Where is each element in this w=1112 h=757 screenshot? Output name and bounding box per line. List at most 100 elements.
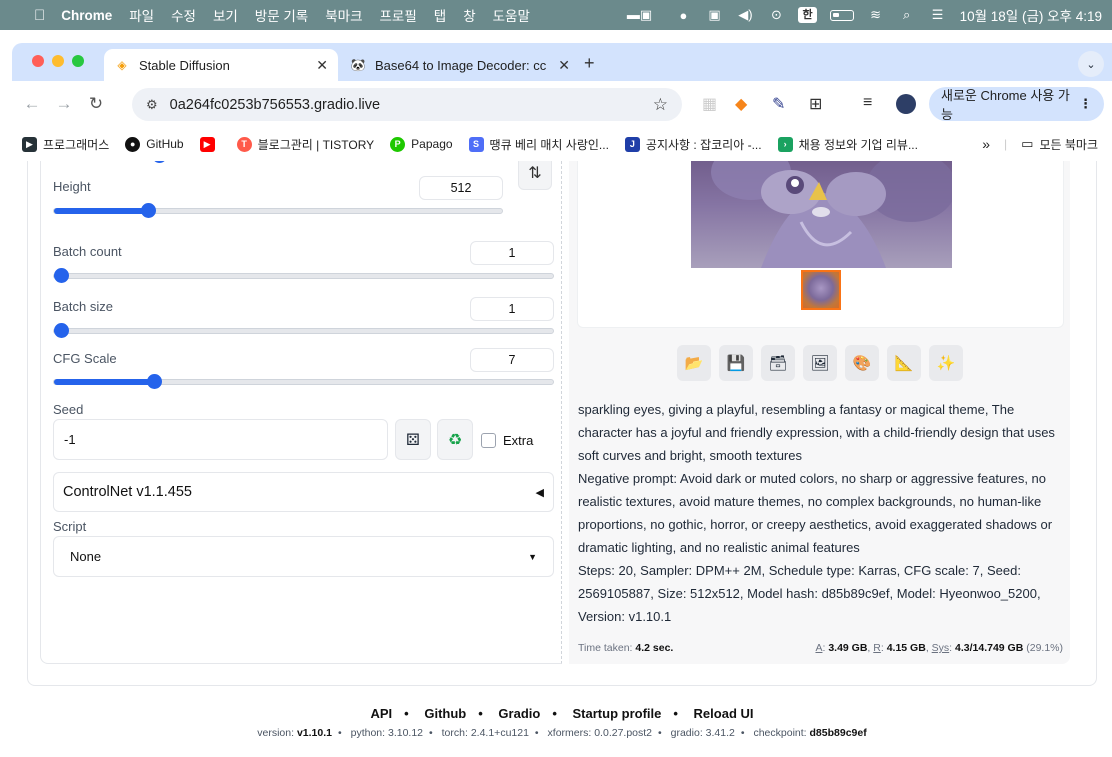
bookmark-item[interactable]: › 채용 정보와 기업 리뷰... xyxy=(777,136,918,153)
url-text[interactable]: 0a264fc0253b756553.gradio.live xyxy=(170,97,653,113)
more-menu-icon[interactable]: ⋮ xyxy=(1079,96,1092,112)
battery-icon[interactable] xyxy=(829,9,854,21)
menu-history[interactable]: 방문 기록 xyxy=(255,5,308,25)
menu-profile[interactable]: 프로필 xyxy=(380,5,417,25)
reload-icon[interactable]: ↻ xyxy=(80,94,112,114)
menu-bookmarks[interactable]: 북마크 xyxy=(325,5,362,25)
chevron-down-icon: ▼ xyxy=(528,551,537,562)
slider-knob[interactable] xyxy=(141,203,157,218)
zoom-window-button[interactable] xyxy=(72,55,84,67)
profile-avatar[interactable] xyxy=(896,94,916,114)
spotlight-search-icon[interactable]: ⌕ xyxy=(898,7,916,23)
input-source-indicator[interactable]: 한 xyxy=(798,7,817,23)
send-to-extras-button[interactable]: 📐 xyxy=(887,345,921,381)
slider-knob[interactable] xyxy=(54,323,69,338)
extension-grid-icon[interactable]: ▦ xyxy=(702,94,717,114)
footer-link-reload-ui[interactable]: Reload UI xyxy=(694,706,754,721)
bookmark-star-icon[interactable]: ☆ xyxy=(653,95,668,115)
site-settings-icon[interactable]: ⚙ xyxy=(146,97,158,113)
close-tab-icon[interactable]: ✕ xyxy=(316,57,328,74)
height-slider[interactable] xyxy=(53,203,503,218)
tistory-icon: T xyxy=(236,136,252,152)
cfg-scale-input[interactable]: 7 xyxy=(470,348,554,372)
gallery-thumbnail[interactable] xyxy=(801,270,841,310)
chrome-update-button[interactable]: 새로운 Chrome 사용 가능 ⋮ xyxy=(929,87,1104,122)
browser-toolbar: ← → ↻ ⚙ 0a264fc0253b756553.gradio.live ☆… xyxy=(12,81,1112,127)
prompt-text: sparkling eyes, giving a playful, resemb… xyxy=(578,402,1055,463)
batch-count-slider[interactable] xyxy=(53,268,554,283)
tab-search-icon[interactable]: ⌄ xyxy=(1078,51,1104,77)
menu-view[interactable]: 보기 xyxy=(213,5,238,25)
new-tab-button[interactable]: + xyxy=(584,53,595,74)
open-folder-button[interactable]: 📂 xyxy=(677,345,711,381)
address-bar[interactable]: ⚙ 0a264fc0253b756553.gradio.live ☆ xyxy=(132,88,682,121)
sparkle-icon: ✨ xyxy=(936,355,956,372)
close-tab-icon[interactable]: ✕ xyxy=(558,57,570,74)
generation-params-text: Steps: 20, Sampler: DPM++ 2M, Schedule t… xyxy=(578,563,1041,624)
wifi-icon[interactable]: ≋ xyxy=(867,7,885,23)
slider-knob[interactable] xyxy=(146,374,162,389)
bookmarks-bar: ▶ 프로그래머스 ● GitHub ▶ T 블로그관리 | TISTORY P Papa… xyxy=(12,127,1112,161)
forward-arrow-icon[interactable]: → xyxy=(48,94,80,114)
minimize-window-button[interactable] xyxy=(52,55,64,67)
menu-edit[interactable]: 수정 xyxy=(171,5,196,25)
menu-window[interactable]: 창 xyxy=(463,5,475,25)
all-bookmarks-button[interactable]: ▭ 모든 북마크 xyxy=(1021,136,1098,153)
tab-stable-diffusion[interactable]: ◈ Stable Diffusion ✕ xyxy=(104,49,338,81)
folder-icon: ▭ xyxy=(1021,136,1034,151)
bookmark-item[interactable]: ▶ xyxy=(199,136,221,152)
footer-link-api[interactable]: API xyxy=(370,706,392,721)
play-icon[interactable]: ⊙ xyxy=(767,7,785,23)
menu-app-chrome[interactable]: Chrome xyxy=(61,8,112,23)
menu-tab[interactable]: 탭 xyxy=(434,5,446,25)
slider-fill xyxy=(54,208,149,214)
bookmark-item[interactable]: J 공지사항 : 잡코리아 -... xyxy=(624,136,762,153)
script-dropdown[interactable]: None ▼ xyxy=(53,536,554,577)
reading-list-icon[interactable]: ≡ xyxy=(863,94,872,112)
seed-input[interactable]: -1 xyxy=(53,419,388,460)
control-center-icon[interactable]: ☰ xyxy=(929,7,947,23)
batch-size-input[interactable]: 1 xyxy=(470,297,554,321)
footer-link-startup-profile[interactable]: Startup profile xyxy=(573,706,662,721)
extension-translate-icon[interactable]: ✎ xyxy=(772,94,785,114)
sparkle-button[interactable]: ✨ xyxy=(929,345,963,381)
random-seed-button[interactable]: ⚄ xyxy=(395,419,431,460)
batch-size-slider[interactable] xyxy=(53,323,554,338)
send-to-img2img-button[interactable]: 🖼 xyxy=(803,345,837,381)
bookmark-item[interactable]: ▶ 프로그래머스 xyxy=(22,136,109,153)
send-to-inpaint-button[interactable]: 🎨 xyxy=(845,345,879,381)
volume-icon[interactable]: ◀) xyxy=(736,7,754,23)
footer-link-github[interactable]: Github xyxy=(424,706,466,721)
bookmark-item[interactable]: ● GitHub xyxy=(125,136,184,152)
height-input[interactable]: 512 xyxy=(419,176,503,200)
close-window-button[interactable] xyxy=(32,55,44,67)
extras-icon: 📐 xyxy=(894,355,914,372)
footer-link-gradio[interactable]: Gradio xyxy=(498,706,540,721)
apple-menu-icon[interactable]:  xyxy=(34,7,45,24)
metamask-fox-icon[interactable]: ◆ xyxy=(735,94,747,114)
stable-diffusion-icon: ◈ xyxy=(117,58,127,72)
zip-button[interactable]: 🗃 xyxy=(761,345,795,381)
controlnet-accordion[interactable]: ControlNet v1.1.455 ◀ xyxy=(53,472,554,512)
notification-icon[interactable]: ● xyxy=(674,8,692,23)
bookmarks-more-chevron-icon[interactable]: » xyxy=(982,136,990,152)
generated-image[interactable] xyxy=(691,161,952,268)
reuse-seed-button[interactable]: ♻ xyxy=(437,419,473,460)
bookmark-item[interactable]: P Papago xyxy=(390,136,453,152)
swap-dimensions-button[interactable]: ⇅ xyxy=(518,161,552,190)
extensions-puzzle-icon[interactable]: ⊞ xyxy=(809,94,822,114)
menubar-extra-icon[interactable]: ▬▣ xyxy=(617,7,661,23)
menu-help[interactable]: 도움말 xyxy=(493,5,530,25)
tab-base64-decoder[interactable]: 🐼 Base64 to Image Decoder: cc ✕ xyxy=(340,49,580,81)
extra-checkbox[interactable] xyxy=(481,433,496,448)
slider-knob[interactable] xyxy=(54,268,69,283)
back-arrow-icon[interactable]: ← xyxy=(16,94,48,114)
bookmark-item[interactable]: T 블로그관리 | TISTORY xyxy=(236,136,374,153)
batch-count-input[interactable]: 1 xyxy=(470,241,554,265)
screen-mirror-icon[interactable]: ▣ xyxy=(705,7,723,23)
save-button[interactable]: 💾 xyxy=(719,345,753,381)
menu-file[interactable]: 파일 xyxy=(129,5,154,25)
menubar-datetime[interactable]: 10월 18일 (금) 오후 4:19 xyxy=(960,5,1102,25)
bookmark-item[interactable]: S 땡큐 베리 매치 사랑인... xyxy=(468,136,609,153)
cfg-scale-slider[interactable] xyxy=(53,374,554,389)
